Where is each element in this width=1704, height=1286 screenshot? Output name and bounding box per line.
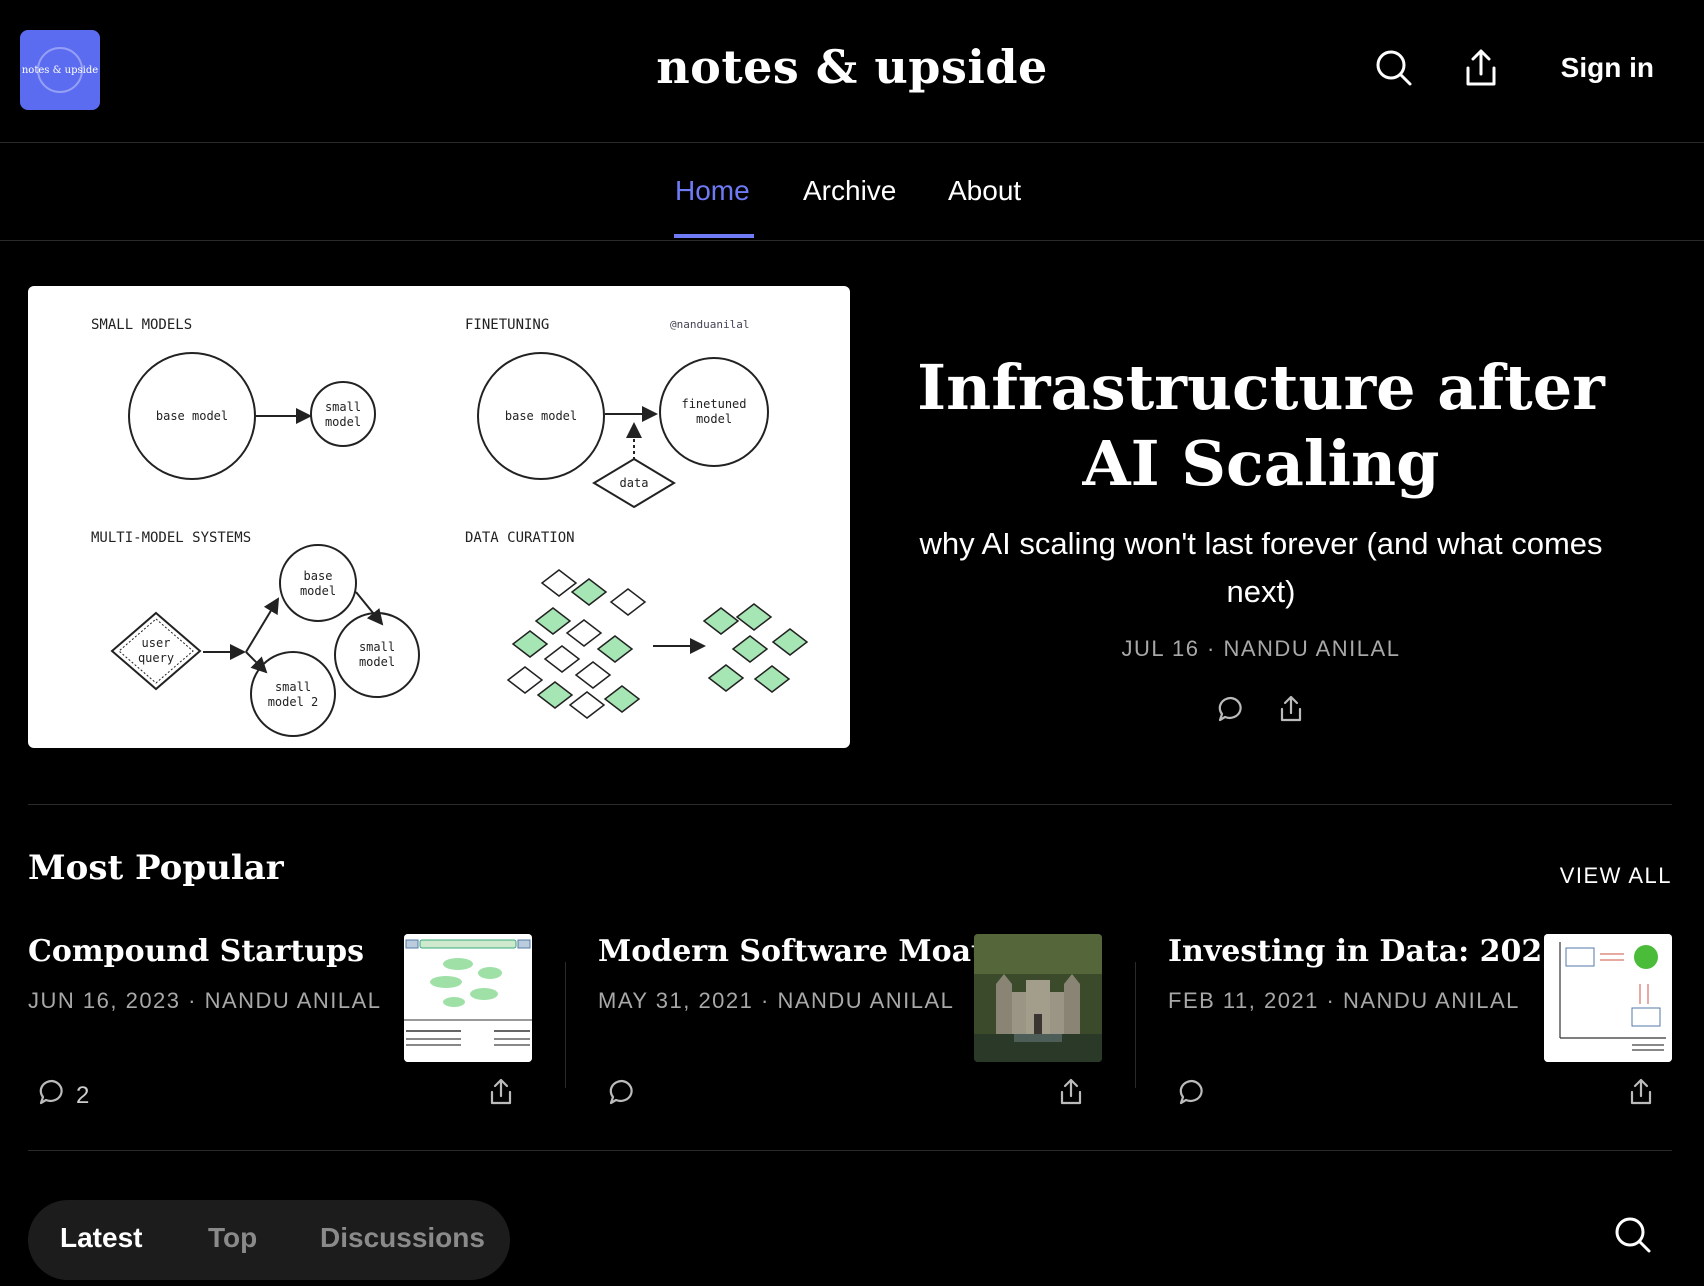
tab-top[interactable]: Top <box>208 1222 257 1254</box>
comment-icon[interactable] <box>1214 692 1248 726</box>
node-base-model-1: base model <box>156 409 228 423</box>
popular-post-card[interactable]: Investing in Data: 2021 FEB 11, 2021 · N… <box>1168 930 1688 1120</box>
comment-count[interactable]: 2 <box>38 1078 89 1113</box>
most-popular-heading: Most Popular <box>28 848 284 888</box>
node-small-1: small <box>325 400 361 414</box>
tab-archive[interactable]: Archive <box>803 175 896 207</box>
main-nav: Home Archive About <box>0 143 1704 241</box>
view-all-link[interactable]: VIEW ALL <box>1560 863 1672 889</box>
share-icon[interactable] <box>1461 48 1501 88</box>
diagram-handle: @nanduanilal <box>670 318 749 331</box>
post-thumbnail[interactable] <box>404 934 532 1062</box>
node-model-2: model <box>696 412 732 426</box>
node-base-model-2: base model <box>505 409 577 423</box>
section-divider <box>28 804 1672 805</box>
node-user: user <box>142 636 171 650</box>
search-icon[interactable] <box>1614 1216 1652 1259</box>
node-small-2: small <box>359 640 395 654</box>
site-title[interactable]: notes & upside <box>0 40 1704 94</box>
post-thumbnail[interactable] <box>974 934 1102 1062</box>
comment-count[interactable] <box>608 1078 646 1113</box>
hero-subtitle: why AI scaling won't last forever (and w… <box>919 526 1603 609</box>
diagram-label-multi-model: MULTI-MODEL SYSTEMS <box>91 530 251 546</box>
share-icon[interactable] <box>1058 1078 1084 1111</box>
sign-in-button[interactable]: Sign in <box>1561 52 1654 84</box>
card-separator <box>1135 962 1136 1088</box>
tab-discussions[interactable]: Discussions <box>320 1222 485 1254</box>
card-separator <box>565 962 566 1088</box>
post-title[interactable]: Investing in Data: 2021 <box>1168 934 1563 969</box>
section-divider <box>28 1150 1672 1151</box>
hero-image[interactable]: SMALL MODELS FINETUNING @nanduanilal MUL… <box>28 286 850 748</box>
share-icon[interactable] <box>488 1078 514 1111</box>
comment-icon <box>38 1078 66 1113</box>
post-thumbnail[interactable] <box>1544 934 1672 1062</box>
hero-meta: JUL 16 · NANDU ANILAL <box>1121 636 1401 661</box>
node-model-1: model <box>325 415 361 429</box>
post-filter-tabs: Latest Top Discussions <box>28 1200 510 1280</box>
node-query: query <box>138 651 174 665</box>
tab-latest[interactable]: Latest <box>60 1222 142 1254</box>
diagram-label-data-curation: DATA CURATION <box>465 530 575 546</box>
tab-home[interactable]: Home <box>675 175 750 207</box>
comment-icon <box>1178 1078 1206 1113</box>
post-meta: MAY 31, 2021 · NANDU ANILAL <box>598 988 955 1013</box>
comment-count[interactable] <box>1178 1078 1216 1113</box>
node-finetuned: finetuned <box>681 397 746 411</box>
search-icon[interactable] <box>1374 48 1414 88</box>
publication-logo[interactable]: notes & upside <box>20 30 100 110</box>
share-icon[interactable] <box>1274 692 1308 726</box>
post-title[interactable]: Compound Startups <box>28 934 364 969</box>
node-small-3: small <box>275 680 311 694</box>
post-meta: JUN 16, 2023 · NANDU ANILAL <box>28 988 382 1013</box>
popular-post-card[interactable]: Modern Software Moats MAY 31, 2021 · NAN… <box>598 930 1118 1120</box>
site-header: notes & upside notes & upside Sign in <box>0 0 1704 143</box>
tab-about[interactable]: About <box>948 175 1021 207</box>
comment-icon <box>608 1078 636 1113</box>
post-meta: FEB 11, 2021 · NANDU ANILAL <box>1168 988 1520 1013</box>
node-model-4: model <box>359 655 395 669</box>
diagram-label-small-models: SMALL MODELS <box>91 317 192 333</box>
popular-post-card[interactable]: Compound Startups JUN 16, 2023 · NANDU A… <box>28 930 548 1120</box>
node-model-3: model <box>300 584 336 598</box>
post-title[interactable]: Modern Software Moats <box>598 934 1002 969</box>
share-icon[interactable] <box>1628 1078 1654 1111</box>
active-tab-indicator <box>674 234 754 238</box>
hero-title[interactable]: Infrastructure after AI Scaling <box>880 350 1642 502</box>
node-model-2-label: model 2 <box>268 695 319 709</box>
node-base: base <box>304 569 333 583</box>
diagram-label-finetuning: FINETUNING <box>465 317 549 333</box>
comment-count-value: 2 <box>76 1081 90 1109</box>
node-data: data <box>620 476 649 490</box>
logo-text: notes & upside <box>21 64 99 76</box>
